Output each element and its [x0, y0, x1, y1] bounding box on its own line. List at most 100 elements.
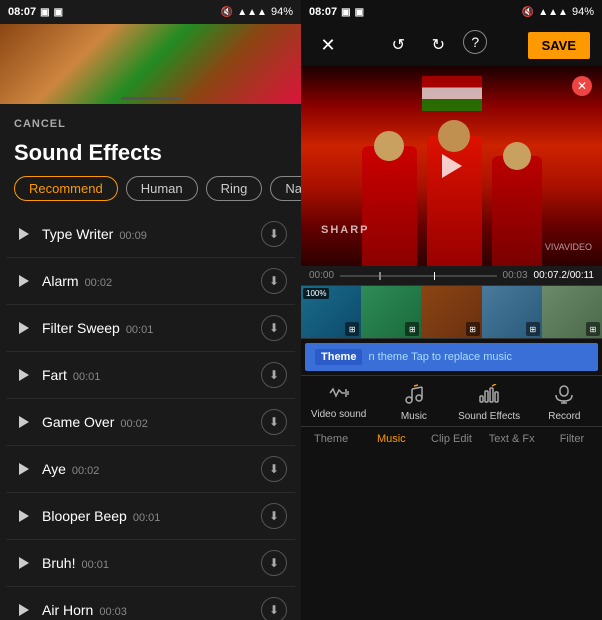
sound-dur-8: 00:03 — [99, 606, 127, 618]
save-button[interactable]: SAVE — [528, 32, 590, 59]
theme-label: Theme — [315, 349, 362, 365]
left-panel: 08:07 ▣ ▣ 🔇 ▲▲▲ 94% CANCEL Sound Effects… — [0, 0, 301, 620]
redo-button[interactable]: ↻ — [423, 30, 453, 60]
download-icon-6: ⬇ — [269, 510, 279, 522]
sound-info-2: Filter Sweep 00:01 — [42, 320, 261, 336]
thumb-segment-3: ⊞ — [421, 286, 481, 338]
tab-human[interactable]: Human — [126, 176, 198, 201]
left-status-bar: 08:07 ▣ ▣ 🔇 ▲▲▲ 94% — [0, 0, 301, 24]
sound-name-6: Blooper Beep — [42, 508, 127, 524]
thumb-segment-2: ⊞ — [361, 286, 421, 338]
delete-badge[interactable]: ✕ — [572, 76, 592, 96]
sound-item[interactable]: Bruh! 00:01 ⬇ — [6, 540, 295, 587]
left-time: 08:07 — [8, 6, 36, 18]
download-btn-7[interactable]: ⬇ — [261, 550, 287, 576]
tool-label-3: Record — [548, 411, 580, 422]
help-button[interactable]: ? — [463, 30, 487, 54]
sound-dur-2: 00:01 — [126, 324, 154, 336]
vivavideo-watermark: VIVAVIDEO — [545, 242, 592, 252]
play-triangle-0 — [19, 228, 29, 240]
tool-record[interactable]: Record — [527, 384, 602, 422]
sound-dur-1: 00:02 — [85, 277, 113, 289]
sound-item[interactable]: Air Horn 00:03 ⬇ — [6, 587, 295, 620]
play-button-2[interactable] — [14, 318, 34, 338]
flag-overlay — [422, 76, 482, 111]
download-btn-2[interactable]: ⬇ — [261, 315, 287, 341]
download-btn-3[interactable]: ⬇ — [261, 362, 287, 388]
tool-label-0: Video sound — [311, 409, 366, 420]
sound-name-4: Game Over — [42, 414, 114, 430]
download-icon-7: ⬇ — [269, 557, 279, 569]
sound-info-5: Aye 00:02 — [42, 461, 261, 477]
tab-recommend[interactable]: Recommend — [14, 176, 118, 201]
sound-dur-7: 00:01 — [81, 559, 109, 571]
right-signal-icon: ▲▲▲ — [538, 7, 568, 18]
nav-filter[interactable]: Filter — [542, 433, 602, 445]
tool-video-sound[interactable]: Video sound — [301, 384, 376, 422]
download-btn-6[interactable]: ⬇ — [261, 503, 287, 529]
play-button-0[interactable] — [14, 224, 34, 244]
download-btn-5[interactable]: ⬇ — [261, 456, 287, 482]
play-button-6[interactable] — [14, 506, 34, 526]
sound-list: Type Writer 00:09 ⬇ Alarm 00:02 ⬇ Filter… — [0, 211, 301, 620]
right-status-right: 🔇 ▲▲▲ 94% — [522, 6, 594, 18]
tab-nature[interactable]: Nature — [270, 176, 301, 201]
sound-dur-5: 00:02 — [72, 465, 100, 477]
sound-item[interactable]: Aye 00:02 ⬇ — [6, 446, 295, 493]
play-button-8[interactable] — [14, 600, 34, 620]
play-triangle-7 — [19, 557, 29, 569]
tool-sound-effects[interactable]: Sound Effects — [452, 384, 527, 422]
play-button-1[interactable] — [14, 271, 34, 291]
play-button-4[interactable] — [14, 412, 34, 432]
sound-dur-4: 00:02 — [120, 418, 148, 430]
right-status-left: 08:07 ▣ ▣ — [309, 6, 364, 18]
right-mute-icon: 🔇 — [522, 7, 534, 18]
play-button-3[interactable] — [14, 365, 34, 385]
play-button-7[interactable] — [14, 553, 34, 573]
thumb-icon-3: ⊞ — [466, 322, 480, 336]
sound-item[interactable]: Alarm 00:02 ⬇ — [6, 258, 295, 305]
sound-info-3: Fart 00:01 — [42, 367, 261, 383]
download-icon-8: ⬇ — [269, 604, 279, 616]
right-panel: 08:07 ▣ ▣ 🔇 ▲▲▲ 94% ✕ ↺ ↻ ? SAVE — [301, 0, 602, 620]
sound-item[interactable]: Fart 00:01 ⬇ — [6, 352, 295, 399]
left-signal-icon: ▲▲▲ — [237, 7, 267, 18]
nav-music[interactable]: Music — [361, 433, 421, 445]
sound-item[interactable]: Game Over 00:02 ⬇ — [6, 399, 295, 446]
sound-info-7: Bruh! 00:01 — [42, 555, 261, 571]
cancel-label[interactable]: CANCEL — [14, 118, 66, 130]
sound-name-5: Aye — [42, 461, 66, 477]
nav-text-fx[interactable]: Text & Fx — [482, 433, 542, 445]
nav-clip-edit[interactable]: Clip Edit — [421, 433, 481, 445]
sound-dur-6: 00:01 — [133, 512, 161, 524]
tool-music[interactable]: Music — [376, 384, 451, 422]
theme-bar[interactable]: Theme n theme Tap to replace music — [305, 343, 598, 371]
download-btn-1[interactable]: ⬇ — [261, 268, 287, 294]
timeline-scrubber[interactable] — [340, 275, 496, 277]
download-icon-2: ⬇ — [269, 322, 279, 334]
download-btn-4[interactable]: ⬇ — [261, 409, 287, 435]
sound-item[interactable]: Type Writer 00:09 ⬇ — [6, 211, 295, 258]
play-button-5[interactable] — [14, 459, 34, 479]
sound-item[interactable]: Filter Sweep 00:01 ⬇ — [6, 305, 295, 352]
sound-name-3: Fart — [42, 367, 67, 383]
download-btn-0[interactable]: ⬇ — [261, 221, 287, 247]
play-triangle-icon — [442, 154, 462, 178]
video-play-button[interactable] — [434, 148, 470, 184]
undo-button[interactable]: ↺ — [383, 30, 413, 60]
thumbnail-strip: 100% ⊞ ⊞ ⊞ ⊞ ⊞ — [301, 285, 602, 339]
sound-name-8: Air Horn — [42, 602, 93, 618]
play-triangle-2 — [19, 322, 29, 334]
theme-bar-container: Theme n theme Tap to replace music — [301, 339, 602, 375]
left-status-right: 🔇 ▲▲▲ 94% — [221, 6, 293, 18]
tab-ring[interactable]: Ring — [206, 176, 263, 201]
close-button[interactable]: ✕ — [313, 30, 343, 60]
thumb-icon-1: ⊞ — [345, 322, 359, 336]
sound-item[interactable]: Blooper Beep 00:01 ⬇ — [6, 493, 295, 540]
top-icons: ↺ ↻ ? — [383, 30, 487, 60]
thumb-icon-2: ⊞ — [405, 322, 419, 336]
download-btn-8[interactable]: ⬇ — [261, 597, 287, 620]
nav-theme[interactable]: Theme — [301, 433, 361, 445]
thumb-icon-4: ⊞ — [526, 322, 540, 336]
cancel-bar[interactable]: CANCEL — [0, 104, 301, 136]
